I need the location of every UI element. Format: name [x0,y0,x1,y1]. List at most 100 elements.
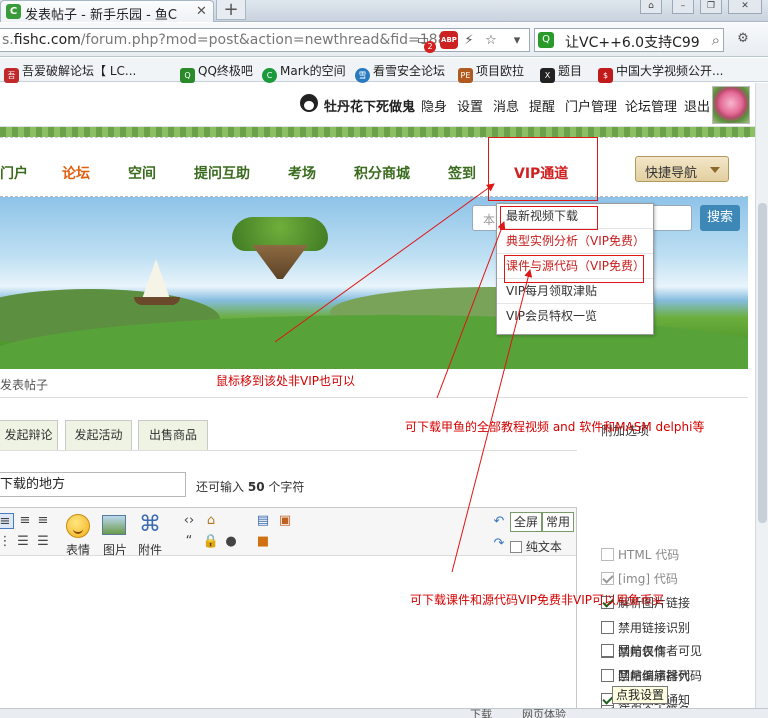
align-center-icon[interactable]: ≡ [0,513,14,529]
search-engine-icon[interactable]: Q [538,32,554,48]
topbar-link-reminders[interactable]: 提醒 [529,96,555,115]
forum-search-button[interactable]: 搜索 [700,205,740,231]
dropdown-arrow-icon[interactable]: ▾ [508,32,526,50]
site-favicon-icon: C [6,4,21,19]
media-icon[interactable]: ▣ [276,513,294,529]
option-html-code[interactable]: HTML 代码 [601,546,679,564]
nav-portal[interactable]: 门户 [0,163,28,183]
nav-points-mall[interactable]: 积分商城 [354,163,410,183]
bookmark-favicon-icon: $ [598,68,613,83]
nav-checkin[interactable]: 签到 [448,163,476,183]
boat-hull [134,297,180,305]
post-editor[interactable]: ≡ ≡ ≡ ⋮ ☰ ☰ 表情 图片 ⌘ 附件 ‹› ⌂ “ 🔒 ● ▤ ▣ ■ … [0,507,577,718]
bookmark-favicon-icon: C [262,68,277,83]
search-input[interactable]: Q 让VC++6.0支持C99 ⌕ [534,28,724,52]
option-img-code[interactable]: [img] 代码 [601,570,678,588]
wrench-icon[interactable]: ⚙ [734,30,752,48]
bookmarks-bar: 吾吾爱破解论坛【 LC... Q QQ终极吧 C Mark的空间 雪看雪安全论坛 P… [0,58,768,83]
option-disable-link-detect[interactable]: 禁用链接识别 [601,619,690,637]
emoji-label[interactable]: 表情 [66,541,90,558]
user-topbar: 牡丹花下死做鬼 隐身 设置 消息 提醒 门户管理 论坛管理 退出 [0,83,768,127]
option-reverse-replies[interactable]: 回帖倒序排列 [601,667,690,685]
search-icon[interactable]: ⌕ [712,31,720,49]
attachment-label[interactable]: 附件 [138,541,162,558]
hide-content-icon[interactable]: ⌂ [202,513,220,529]
bookmark-item[interactable]: Q QQ终极吧 [180,62,253,83]
lightning-icon[interactable]: ⚡ [460,32,478,50]
bookmark-item[interactable]: PE 项目欧拉 [458,62,524,83]
window-shape-icon[interactable]: ⌂ [640,0,662,14]
status-page-experience[interactable]: 网页体验 [522,709,566,718]
bookmark-favicon-icon: 雪 [355,68,370,83]
fullscreen-button[interactable]: 全屏 [510,512,543,532]
close-window-icon[interactable]: ✕ [728,0,762,14]
annotation-hover-hint: 鼠标移到该处非VIP也可以 [216,374,355,388]
tab-debate[interactable]: 发起辩论 [0,420,58,451]
quote-icon[interactable]: “ [180,534,198,550]
plaintext-checkbox[interactable] [510,541,522,553]
undo-icon[interactable]: ↶ [490,514,508,530]
align-justify-icon[interactable]: ≡ [16,513,34,529]
flash-icon[interactable]: ■ [254,534,272,550]
option-replies-author-only[interactable]: 回帖仅作者可见 [601,642,702,660]
tab-event[interactable]: 发起活动 [65,420,132,451]
plaintext-toggle[interactable]: 纯文本 [510,538,562,555]
divider [0,397,748,398]
adblock-icon[interactable]: ABP [440,31,458,49]
topbar-link-logout[interactable]: 退出 [684,96,710,115]
nav-space[interactable]: 空间 [128,163,156,183]
ordered-list-icon[interactable]: ⋮ [0,534,14,550]
common-button[interactable]: 常用 [542,512,575,532]
annotation-box-courseware [504,255,644,283]
nav-exam[interactable]: 考场 [288,163,316,183]
username-link[interactable]: 牡丹花下死做鬼 [324,96,415,115]
nav-qa[interactable]: 提问互助 [194,163,250,183]
bookmark-item[interactable]: X 题目 [540,62,582,83]
breadcrumb[interactable]: 发表帖子 [0,376,48,393]
avatar[interactable] [712,86,750,124]
vip-menu-item-examples[interactable]: 典型实例分析（VIP免费） [497,229,653,254]
browser-tab-strip: C 发表帖子 - 新手乐园 - 鱼C ✕ + ⌂ – ❐ ✕ [0,0,768,23]
browser-tab[interactable]: C 发表帖子 - 新手乐园 - 鱼C ✕ [0,0,214,23]
topbar-link-portal-admin[interactable]: 门户管理 [565,96,617,115]
restore-icon[interactable]: ❐ [700,0,722,14]
close-icon[interactable]: ✕ [194,4,209,19]
bookmark-item[interactable]: $ 中国大学视频公开... [598,62,723,83]
quick-nav-label: 快捷导航 [645,166,698,181]
page-scrollbar[interactable] [755,83,768,718]
new-tab-button[interactable]: + [216,0,246,20]
status-download[interactable]: 下载 [470,709,492,718]
code-icon[interactable]: ‹› [180,513,198,529]
topbar-link-forum-admin[interactable]: 论坛管理 [625,96,677,115]
bullet-list-icon[interactable]: ☰ [34,534,52,550]
quick-nav-button[interactable]: 快捷导航 [635,156,729,182]
bookmark-item[interactable]: 雪看雪安全论坛 [355,62,445,83]
decorative-band [0,127,768,137]
image-label[interactable]: 图片 [103,541,127,558]
topbar-link-invisible[interactable]: 隐身 [421,96,447,115]
qq-icon[interactable]: ● [222,534,240,550]
scroll-thumb[interactable] [758,203,767,523]
tab-sell[interactable]: 出售商品 [138,420,208,451]
bookmark-item[interactable]: C Mark的空间 [262,62,346,83]
image-icon[interactable] [102,515,126,535]
nav-forum[interactable]: 论坛 [62,163,90,183]
bookmark-item[interactable]: 吾吾爱破解论坛【 LC... [4,62,136,83]
lock-icon[interactable]: 🔒 [202,534,220,550]
subject-input[interactable]: 下载的地方 [0,472,186,497]
topbar-link-messages[interactable]: 消息 [493,96,519,115]
editor-toolbar: ≡ ≡ ≡ ⋮ ☰ ☰ 表情 图片 ⌘ 附件 ‹› ⌂ “ 🔒 ● ▤ ▣ ■ … [0,508,576,558]
bookmark-star-icon[interactable]: ☆ [482,32,500,50]
topbar-link-settings[interactable]: 设置 [457,96,483,115]
url-text: s.fishc.com/forum.php?mod=post&action=ne… [2,32,447,48]
smiley-icon[interactable] [66,514,90,538]
annotation-box-latest-videos [500,206,598,230]
numbered-list-icon[interactable]: ☰ [14,534,32,550]
align-right-icon[interactable]: ≡ [34,513,52,529]
vip-menu-item-privileges[interactable]: VIP会员特权一览 [497,304,653,329]
settings-tooltip: 点我设置 [612,686,668,704]
redo-icon[interactable]: ↷ [490,536,508,552]
minimize-icon[interactable]: – [672,0,694,14]
paperclip-icon[interactable]: ⌘ [138,512,162,538]
page-icon[interactable]: ▤ [254,513,272,529]
